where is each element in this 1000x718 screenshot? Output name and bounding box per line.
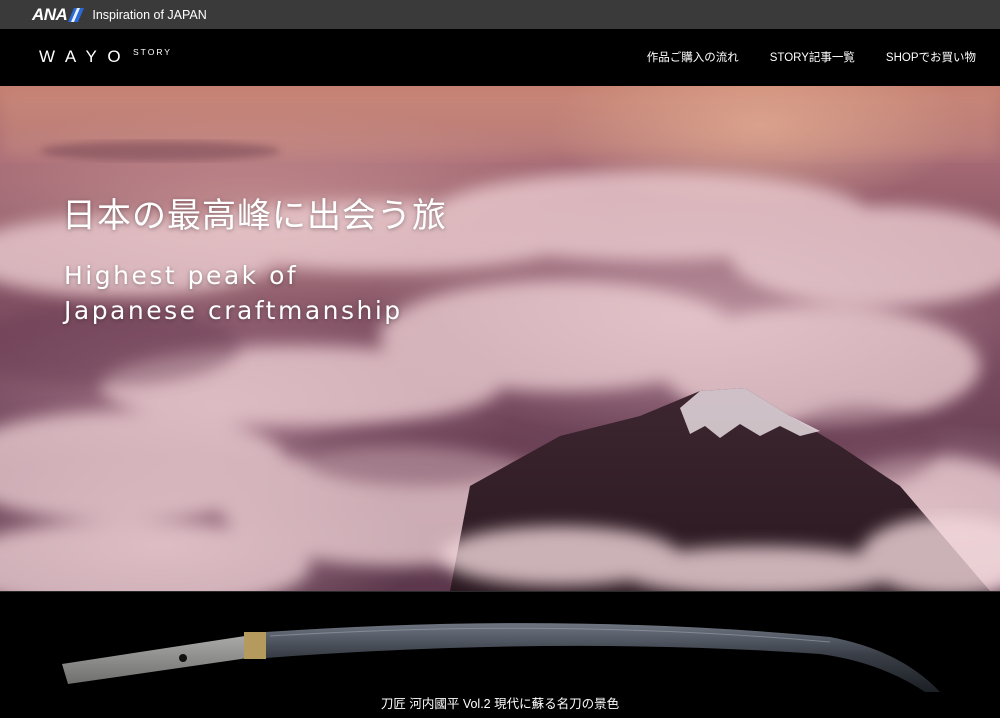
hero-banner[interactable]: 日本の最高峰に出会う旅 Highest peak of Japanese cra… [0, 86, 1000, 591]
ana-tagline: Inspiration of JAPAN [92, 7, 207, 22]
hero-title-en-line1: Highest peak of [64, 261, 299, 290]
feature-slide[interactable]: 刀匠 河内國平 Vol.2 現代に蘇る名刀の景色 [0, 591, 1000, 718]
feature-caption: 刀匠 河内國平 Vol.2 現代に蘇る名刀の景色 [380, 697, 620, 711]
hero-title-en: Highest peak of Japanese craftmanship [64, 258, 403, 328]
katana-image [62, 623, 940, 692]
main-nav: 作品ご購入の流れ STORY記事一覧 SHOPでお買い物 [647, 49, 976, 65]
hero-background-image [0, 86, 1000, 591]
ana-logo-text: ANA [32, 4, 68, 24]
nav-item-purchase-flow[interactable]: 作品ご購入の流れ [647, 49, 739, 65]
hero-title-jp: 日本の最高峰に出会う旅 [62, 196, 447, 236]
ana-wing-icon [68, 7, 85, 22]
brand-logo[interactable]: WAYO [39, 47, 131, 67]
ana-bar: ANA Inspiration of JAPAN [0, 0, 1000, 29]
hero-title-en-line2: Japanese craftmanship [64, 296, 403, 325]
ana-logo[interactable]: ANA [32, 4, 85, 25]
nav-item-story-list[interactable]: STORY記事一覧 [770, 49, 855, 65]
brand-sub: STORY [133, 47, 172, 57]
site-header: WAYO STORY 作品ご購入の流れ STORY記事一覧 SHOPでお買い物 [0, 29, 1000, 86]
nav-item-shop[interactable]: SHOPでお買い物 [886, 49, 976, 65]
